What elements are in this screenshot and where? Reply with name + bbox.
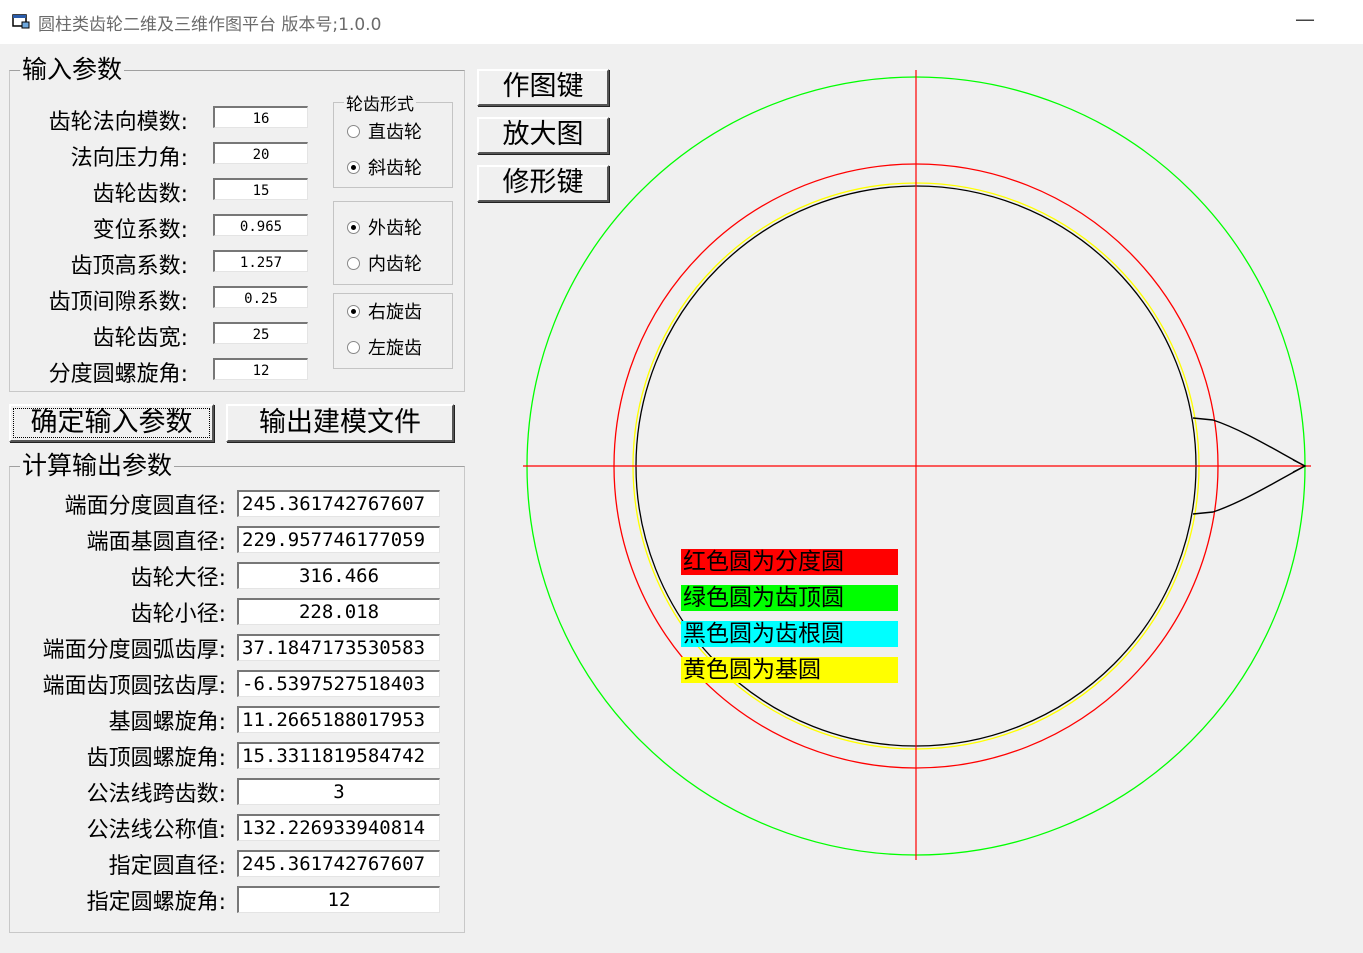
radio-label: 左旋齿	[368, 338, 422, 359]
radio-label: 直齿轮	[368, 122, 422, 143]
legend-root-circle: 黑色圆为齿根圆	[681, 621, 898, 647]
span-length-output[interactable]: 132.226933940814	[237, 814, 440, 841]
output-label: 基圆螺旋角:	[108, 710, 226, 735]
legend-tip-circle: 绿色圆为齿顶圆	[681, 585, 898, 611]
radio-label: 斜齿轮	[368, 158, 422, 179]
left-hand-radio[interactable]: 左旋齿	[347, 334, 422, 360]
base-helix-output[interactable]: 11.2665188017953	[237, 706, 440, 733]
output-label: 齿轮大径:	[130, 566, 226, 591]
right-hand-radio[interactable]: 右旋齿	[347, 298, 422, 324]
normal-module-input[interactable]: 16	[213, 106, 308, 128]
minimize-button[interactable]: —	[1292, 8, 1318, 34]
tip-diameter-output[interactable]: 316.466	[237, 562, 440, 589]
output-label: 端面分度圆直径:	[64, 494, 226, 519]
gear-drawing-canvas	[523, 70, 1311, 860]
radio-circle-icon	[347, 124, 360, 138]
output-params-legend: 计算输出参数	[22, 451, 173, 480]
input-label: 齿顶间隙系数:	[48, 290, 188, 315]
legend-base-circle: 黄色圆为基圆	[681, 657, 898, 683]
legend-pitch-circle: 红色圆为分度圆	[681, 549, 898, 575]
output-label: 指定圆直径:	[108, 854, 226, 879]
helical-gear-radio[interactable]: 斜齿轮	[347, 154, 422, 180]
radio-selected-icon	[347, 220, 360, 234]
export-model-button[interactable]: 输出建模文件	[226, 404, 454, 442]
input-label: 齿轮齿数:	[92, 182, 188, 207]
radio-circle-icon	[347, 340, 360, 354]
radio-label: 右旋齿	[368, 302, 422, 323]
base-diameter-output[interactable]: 229.957746177059	[237, 526, 440, 553]
pitch-diameter-output[interactable]: 245.361742767607	[237, 490, 440, 517]
window-title: 圆柱类齿轮二维及三维作图平台 版本号;1.0.0	[38, 15, 382, 35]
external-gear-radio[interactable]: 外齿轮	[347, 214, 422, 240]
input-label: 变位系数:	[92, 218, 188, 243]
output-label: 指定圆螺旋角:	[86, 890, 226, 915]
chord-thickness-output[interactable]: -6.5397527518403	[237, 670, 440, 697]
input-label: 齿轮齿宽:	[92, 326, 188, 351]
root-diameter-output[interactable]: 228.018	[237, 598, 440, 625]
input-label: 齿轮法向模数:	[48, 110, 188, 135]
output-label: 公法线公称值:	[86, 818, 226, 843]
teeth-count-input[interactable]: 15	[213, 178, 308, 200]
output-label: 端面分度圆弧齿厚:	[42, 638, 226, 663]
tooth-form-legend: 轮齿形式	[346, 95, 414, 115]
output-label: 公法线跨齿数:	[86, 782, 226, 807]
output-label: 齿顶圆螺旋角:	[86, 746, 226, 771]
tip-helix-output[interactable]: 15.3311819584742	[237, 742, 440, 769]
radio-label: 内齿轮	[368, 254, 422, 275]
profile-shift-input[interactable]: 0.965	[213, 214, 308, 236]
output-label: 端面基圆直径:	[86, 530, 226, 555]
input-label: 分度圆螺旋角:	[48, 362, 188, 387]
confirm-input-button[interactable]: 确定输入参数	[9, 404, 214, 442]
radio-label: 外齿轮	[368, 218, 422, 239]
given-diameter-output[interactable]: 245.361742767607	[237, 850, 440, 877]
addendum-coef-input[interactable]: 1.257	[213, 250, 308, 272]
output-label: 齿轮小径:	[130, 602, 226, 627]
span-teeth-output[interactable]: 3	[237, 778, 440, 805]
title-bar: 圆柱类齿轮二维及三维作图平台 版本号;1.0.0 —	[0, 0, 1363, 44]
clearance-coef-input[interactable]: 0.25	[213, 286, 308, 308]
radio-selected-icon	[347, 304, 360, 318]
input-label: 法向压力角:	[70, 146, 188, 171]
output-label: 端面齿顶圆弦齿厚:	[42, 674, 226, 699]
arc-thickness-output[interactable]: 37.1847173530583	[237, 634, 440, 661]
input-label: 齿顶高系数:	[70, 254, 188, 279]
helix-angle-input[interactable]: 12	[213, 358, 308, 380]
radio-circle-icon	[347, 256, 360, 270]
spur-gear-radio[interactable]: 直齿轮	[347, 118, 422, 144]
given-helix-output[interactable]: 12	[237, 886, 440, 913]
face-width-input[interactable]: 25	[213, 322, 308, 344]
input-params-legend: 输入参数	[22, 55, 123, 84]
pressure-angle-input[interactable]: 20	[213, 142, 308, 164]
radio-selected-icon	[347, 160, 360, 174]
app-icon	[12, 14, 30, 29]
internal-gear-radio[interactable]: 内齿轮	[347, 250, 422, 276]
